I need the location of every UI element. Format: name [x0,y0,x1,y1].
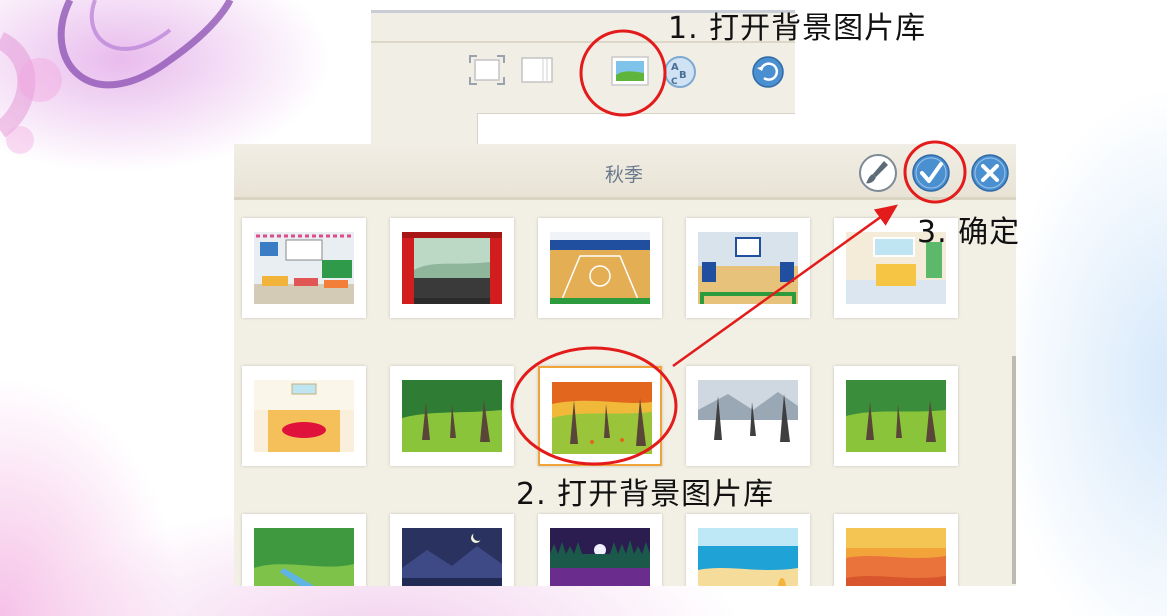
background-grid [234,200,1016,586]
background-thumbnail-basketball-court[interactable] [538,218,662,318]
library-scrollbar[interactable] [1012,356,1016,584]
background-thumbnail-beach[interactable] [686,514,810,586]
close-icon[interactable] [970,153,1010,193]
checkmark-icon[interactable] [911,153,951,193]
background-thumbnail-winter-forest[interactable] [686,366,810,466]
decorative-swirl [0,0,234,154]
svg-text:B: B [679,70,687,81]
background-library-icon[interactable] [611,56,649,86]
step1-annotation: 1. 打开背景图片库 [668,11,927,46]
background-thumbnail-night-forest[interactable] [538,514,662,586]
background-thumbnail-summer-forest[interactable] [834,366,958,466]
fullscreen-icon[interactable] [469,55,505,85]
library-title: 秋季 [604,164,643,186]
background-thumbnail-sunset[interactable] [834,514,958,586]
background-library-panel: 秋季 [234,144,1016,586]
reset-icon[interactable] [751,55,785,89]
step2-annotation: 2. 打开背景图片库 [516,477,775,512]
svg-text:C: C [671,77,678,87]
background-thumbnail-autumn-forest[interactable] [538,366,662,466]
text-abc-icon[interactable]: A B C [663,55,697,89]
background-thumbnail-night-mountains[interactable] [390,514,514,586]
page-view-icon[interactable] [521,55,553,85]
background-thumbnail-gym-basketball[interactable] [686,218,810,318]
background-thumbnail-empty-room-red-rug[interactable] [242,366,366,466]
background-thumbnail-green-forest[interactable] [390,366,514,466]
paint-brush-icon[interactable] [858,153,898,193]
background-thumbnail-theater-stage[interactable] [390,218,514,318]
svg-text:A: A [671,62,679,73]
step3-annotation: 3. 确定 [917,215,1021,250]
library-header: 秋季 [234,144,1016,200]
background-thumbnail-river-valley[interactable] [242,514,366,586]
background-thumbnail-classroom[interactable] [242,218,366,318]
